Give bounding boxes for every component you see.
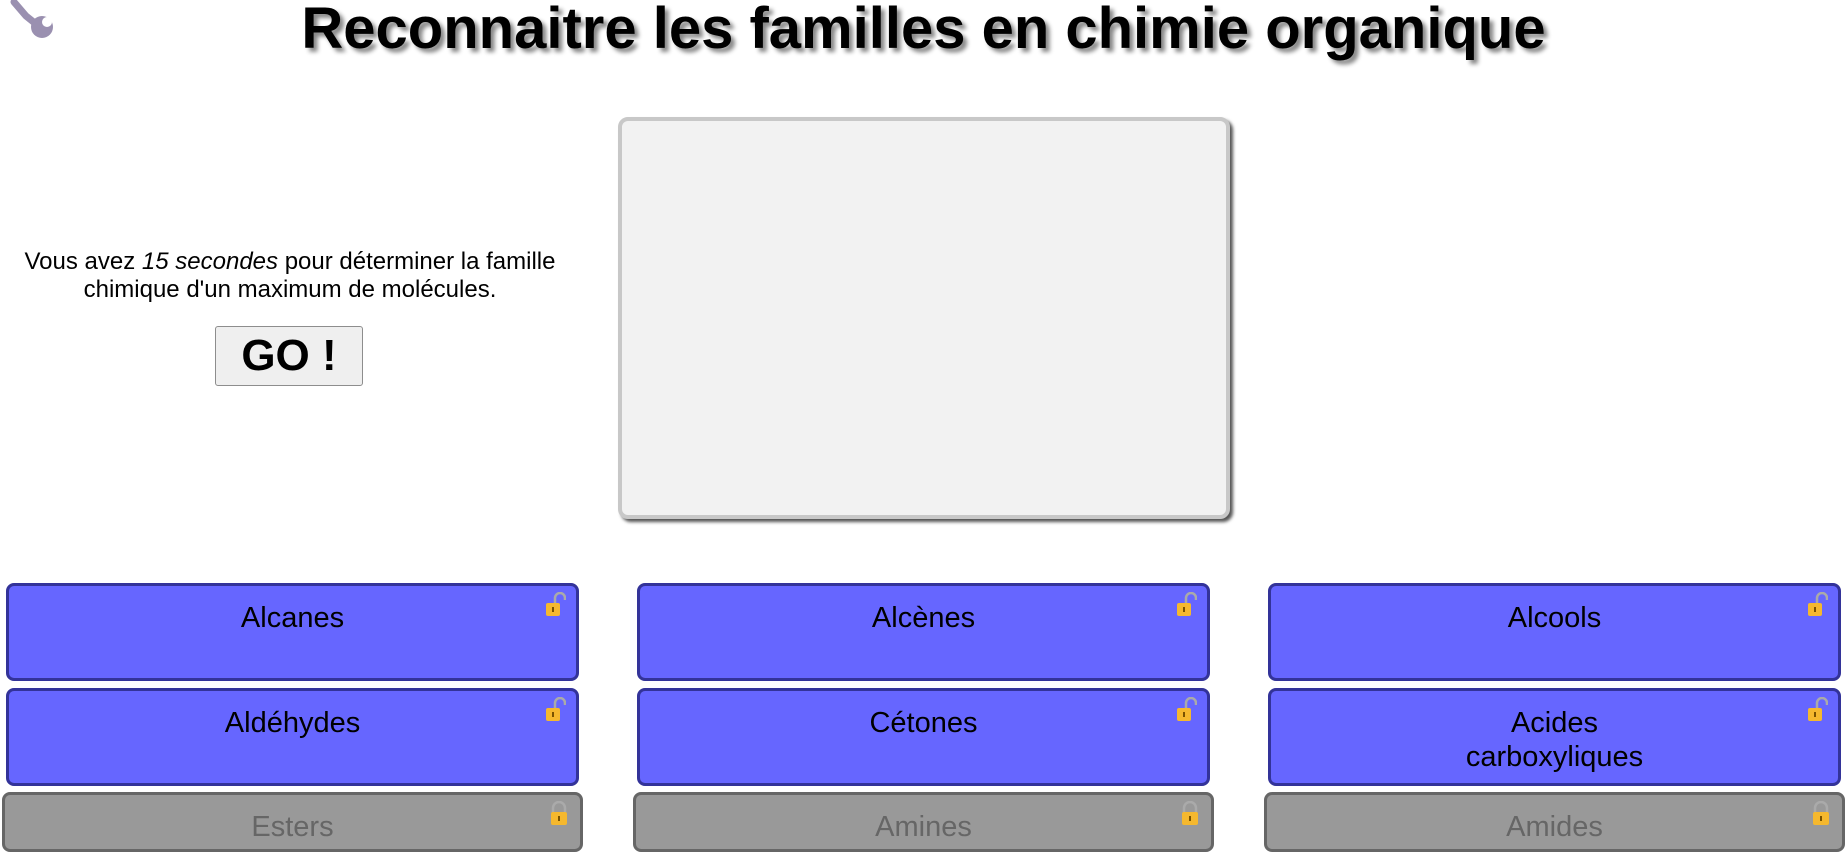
locked-padlock-icon [1182, 801, 1198, 825]
family-label: Alcanes [240, 602, 345, 634]
family-label: Esters [251, 811, 334, 843]
unlocked-padlock-icon [546, 592, 566, 616]
family-label: Acides carboxyliques [1465, 707, 1644, 773]
family-button-esters[interactable]: Esters [2, 792, 583, 852]
page-title: Reconnaitre les familles en chimie organ… [301, 0, 1546, 61]
family-button-cetones[interactable]: Cétones [637, 688, 1210, 786]
time-limit: 15 secondes [141, 248, 279, 275]
family-label: Amines [875, 811, 972, 843]
family-button-amides[interactable]: Amides [1264, 792, 1845, 852]
family-label: Alcènes [871, 602, 976, 634]
locked-padlock-icon [551, 801, 567, 825]
unlocked-padlock-icon [546, 697, 566, 721]
family-button-acides-carboxyliques[interactable]: Acides carboxyliques [1268, 688, 1841, 786]
molecule-display-area [618, 117, 1230, 519]
family-button-alcools[interactable]: Alcools [1268, 583, 1841, 681]
unlocked-padlock-icon [1808, 697, 1828, 721]
family-button-alcenes[interactable]: Alcènes [637, 583, 1210, 681]
family-label: Aldéhydes [224, 707, 361, 739]
locked-padlock-icon [1813, 801, 1829, 825]
family-label: Amides [1506, 811, 1603, 843]
family-label: Cétones [869, 707, 978, 739]
unlocked-padlock-icon [1808, 592, 1828, 616]
instructions-text: Vous avez 15 secondes pour déterminer la… [24, 248, 556, 303]
family-button-alcanes[interactable]: Alcanes [6, 583, 579, 681]
family-button-amines[interactable]: Amines [633, 792, 1214, 852]
go-button[interactable]: GO ! [215, 326, 363, 386]
family-label: Alcools [1507, 602, 1602, 634]
unlocked-padlock-icon [1177, 697, 1197, 721]
family-button-aldehydes[interactable]: Aldéhydes [6, 688, 579, 786]
unlocked-padlock-icon [1177, 592, 1197, 616]
